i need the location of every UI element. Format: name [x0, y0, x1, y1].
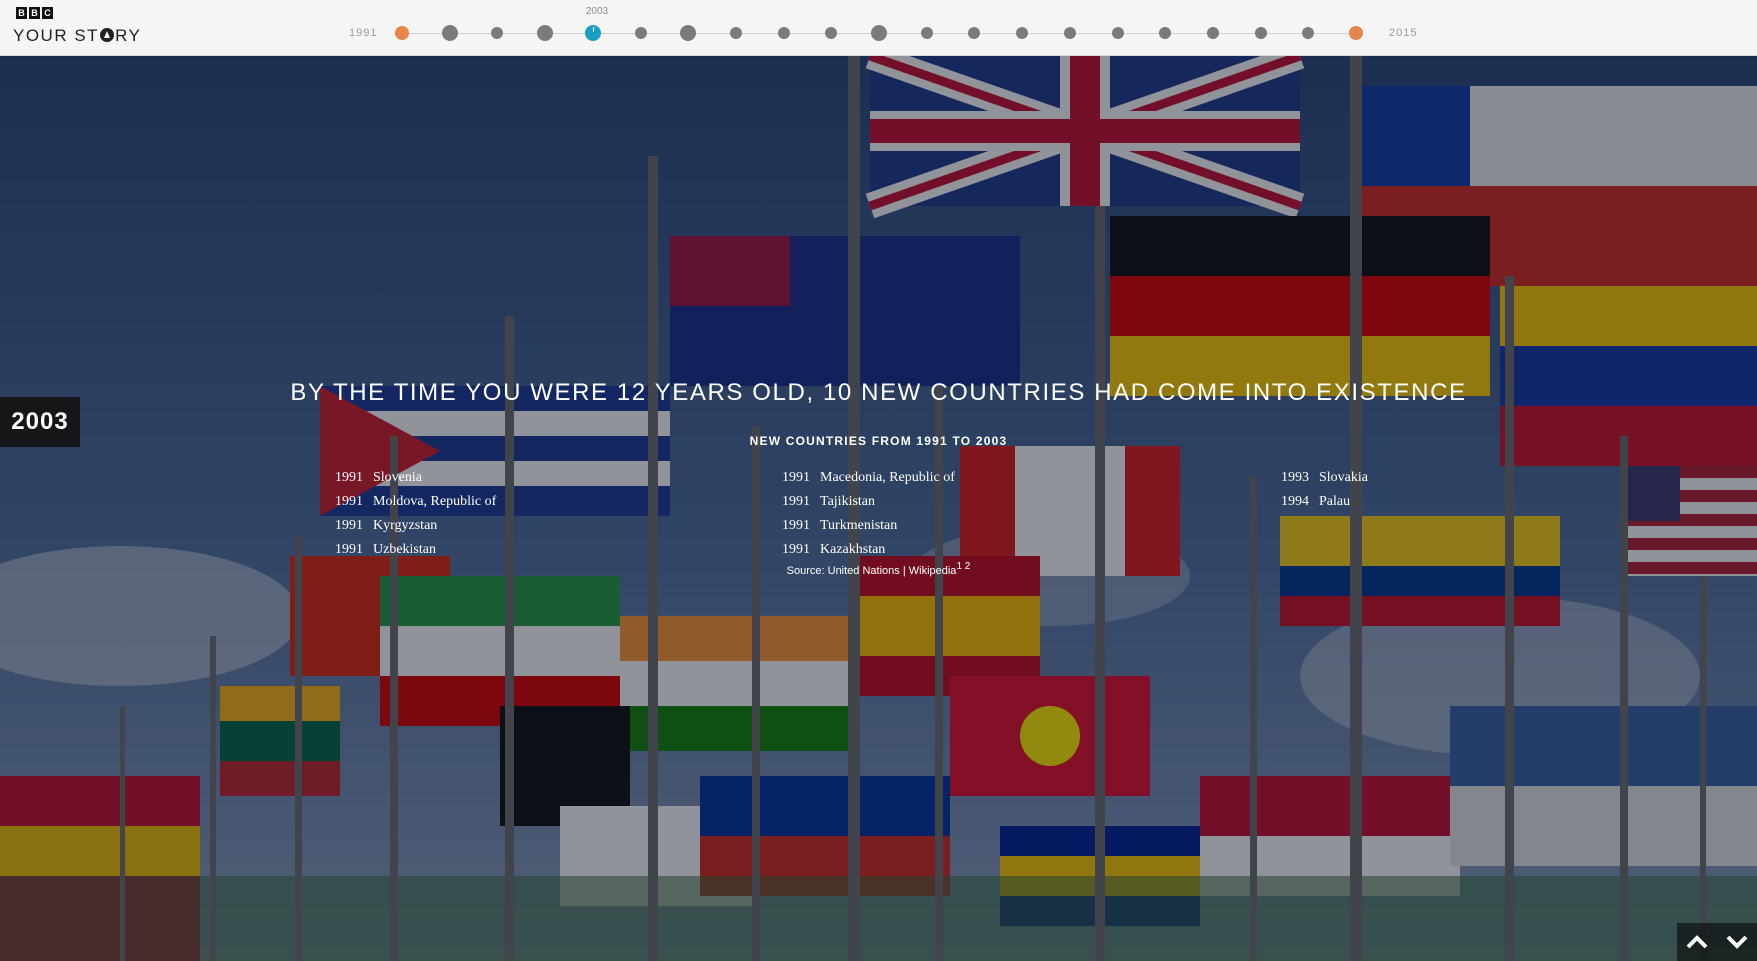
country-year: 1994 — [1281, 494, 1309, 509]
country-name: Moldova, Republic of — [373, 494, 497, 509]
timeline-dot[interactable] — [1063, 27, 1076, 39]
list-item: 1991 Kazakhstan — [782, 538, 955, 562]
current-year-badge: 2003 — [0, 397, 80, 447]
timeline-end-year: 2015 — [1389, 27, 1418, 39]
timeline-dot[interactable] — [1302, 27, 1315, 39]
country-year: 1991 — [782, 518, 810, 533]
list-item: 1991 Macedonia, Republic of — [782, 466, 955, 490]
country-name: Macedonia, Republic of — [820, 470, 955, 485]
timeline-dot[interactable] — [537, 25, 554, 41]
hero-section: BY THE TIME YOU WERE 12 YEARS OLD, 10 NE… — [0, 56, 1757, 961]
country-name: Uzbekistan — [373, 542, 436, 557]
year-timeline: 1991 2015 2003 — [0, 0, 1757, 56]
countries-column-3: 1993 Slovakia 1994 Palau — [1281, 466, 1368, 514]
timeline-dot[interactable] — [1206, 27, 1219, 39]
timeline-dot[interactable] — [871, 25, 887, 41]
country-year: 1991 — [335, 518, 363, 533]
country-name: Slovenia — [373, 470, 422, 485]
list-item: 1991 Tajikistan — [782, 490, 955, 514]
timeline-dot[interactable] — [634, 27, 647, 39]
next-section-button[interactable] — [1717, 923, 1757, 961]
country-name: Turkmenistan — [820, 518, 898, 533]
chevron-down-icon — [1726, 935, 1748, 949]
section-nav — [1677, 923, 1757, 961]
country-name: Slovakia — [1319, 470, 1368, 485]
timeline-dot[interactable] — [825, 27, 838, 39]
country-year: 1991 — [335, 470, 363, 485]
country-name: Kyrgyzstan — [373, 518, 438, 533]
timeline-dot[interactable] — [729, 27, 742, 39]
timeline-current-dot[interactable] — [584, 25, 601, 41]
list-item: 1991 Slovenia — [335, 466, 496, 490]
source-text: Source: United Nations | Wikipedia — [786, 565, 957, 577]
country-name: Palau — [1319, 494, 1351, 509]
list-item: 1991 Moldova, Republic of — [335, 490, 496, 514]
source-credit: Source: United Nations | Wikipedia1 2 — [0, 561, 1757, 577]
timeline-endpoint-dot[interactable] — [1349, 26, 1363, 40]
previous-section-button[interactable] — [1677, 923, 1717, 961]
timeline-dot[interactable] — [777, 27, 790, 39]
country-year: 1993 — [1281, 470, 1309, 485]
top-bar: B B C YOUR ST RY 1991 2015 2003 — [0, 0, 1757, 56]
timeline-dot[interactable] — [1016, 27, 1029, 39]
country-name: Kazakhstan — [820, 542, 886, 557]
timeline-dot[interactable] — [920, 27, 933, 39]
countries-column-2: 1991 Macedonia, Republic of 1991 Tajikista… — [782, 466, 955, 562]
timeline-dot[interactable] — [1159, 27, 1172, 39]
source-reference-links[interactable]: 1 2 — [956, 561, 970, 572]
page-headline: BY THE TIME YOU WERE 12 YEARS OLD, 10 NE… — [290, 379, 1467, 406]
list-item: 1991 Uzbekistan — [335, 538, 496, 562]
timeline-dot[interactable] — [441, 25, 458, 41]
country-name: Tajikistan — [820, 494, 876, 509]
list-item: 1993 Slovakia — [1281, 466, 1368, 490]
country-year: 1991 — [782, 470, 810, 485]
list-item: 1991 Turkmenistan — [782, 514, 955, 538]
list-heading: NEW COUNTRIES FROM 1991 TO 2003 — [749, 434, 1008, 448]
timeline-endpoint-dot[interactable] — [395, 26, 409, 40]
country-year: 1991 — [335, 494, 363, 509]
country-year: 1991 — [782, 542, 810, 557]
timeline-current-year-label: 2003 — [585, 6, 609, 17]
timeline-dot[interactable] — [1111, 27, 1124, 39]
timeline-dot[interactable] — [680, 25, 697, 41]
timeline-dot[interactable] — [968, 27, 981, 39]
chevron-up-icon — [1686, 935, 1708, 949]
timeline-dot[interactable] — [491, 27, 504, 39]
country-year: 1991 — [335, 542, 363, 557]
list-item: 1991 Kyrgyzstan — [335, 514, 496, 538]
timeline-start-year: 1991 — [349, 27, 378, 39]
list-item: 1994 Palau — [1281, 490, 1368, 514]
timeline-dot[interactable] — [1254, 27, 1267, 39]
country-year: 1991 — [782, 494, 810, 509]
countries-column-1: 1991 Slovenia 1991 Moldova, Republic of 19… — [335, 466, 496, 562]
